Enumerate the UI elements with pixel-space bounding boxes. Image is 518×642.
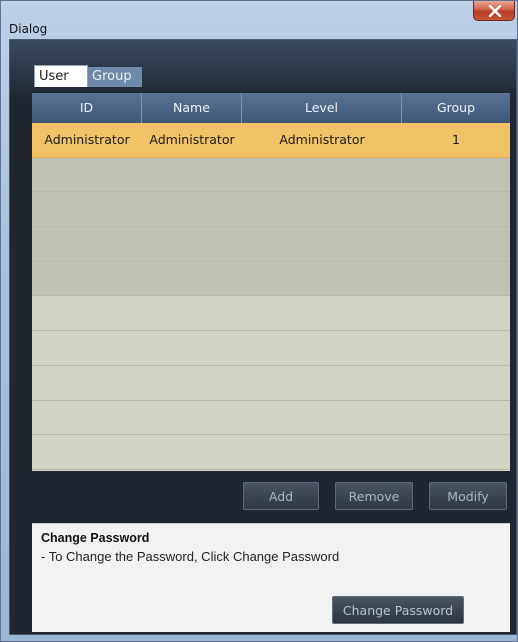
change-password-panel: Change Password - To Change the Password… <box>32 523 510 632</box>
table-header: ID Name Level Group <box>32 93 510 123</box>
tab-user[interactable]: User <box>34 65 88 87</box>
change-password-title: Change Password <box>41 531 150 545</box>
change-password-description: - To Change the Password, Click Change P… <box>41 549 340 564</box>
empty-row[interactable] <box>32 435 510 470</box>
change-password-button[interactable]: Change Password <box>332 596 464 624</box>
empty-row[interactable] <box>32 157 510 193</box>
cell-id: Administrator <box>44 132 130 147</box>
dialog-window: Dialog User Group ID Name Level Group Ad… <box>0 0 518 642</box>
tab-group[interactable]: Group <box>88 67 142 87</box>
empty-row[interactable] <box>32 401 510 436</box>
close-icon <box>488 5 502 17</box>
column-header-name[interactable]: Name <box>142 93 242 123</box>
empty-row[interactable] <box>32 261 510 297</box>
column-header-id[interactable]: ID <box>32 93 142 123</box>
dialog-client-area: User Group ID Name Level Group Administr… <box>9 39 517 635</box>
table-body: Administrator Administrator Administrato… <box>32 123 510 470</box>
empty-row[interactable] <box>32 331 510 366</box>
user-table: ID Name Level Group Administrator Admini… <box>32 93 510 471</box>
modify-button[interactable]: Modify <box>429 482 507 510</box>
add-button[interactable]: Add <box>243 482 319 510</box>
empty-row[interactable] <box>32 192 510 228</box>
remove-button[interactable]: Remove <box>335 482 413 510</box>
empty-row[interactable] <box>32 366 510 401</box>
cell-level: Administrator <box>279 132 365 147</box>
column-header-group[interactable]: Group <box>402 93 510 123</box>
close-button[interactable] <box>473 1 515 21</box>
empty-row[interactable] <box>32 296 510 332</box>
column-header-level[interactable]: Level <box>242 93 402 123</box>
title-bar[interactable]: Dialog <box>1 1 517 39</box>
empty-row[interactable] <box>32 227 510 262</box>
cell-group: 1 <box>452 132 460 147</box>
table-row[interactable]: Administrator Administrator Administrato… <box>32 123 510 158</box>
cell-name: Administrator <box>149 132 235 147</box>
window-title: Dialog <box>9 22 48 36</box>
